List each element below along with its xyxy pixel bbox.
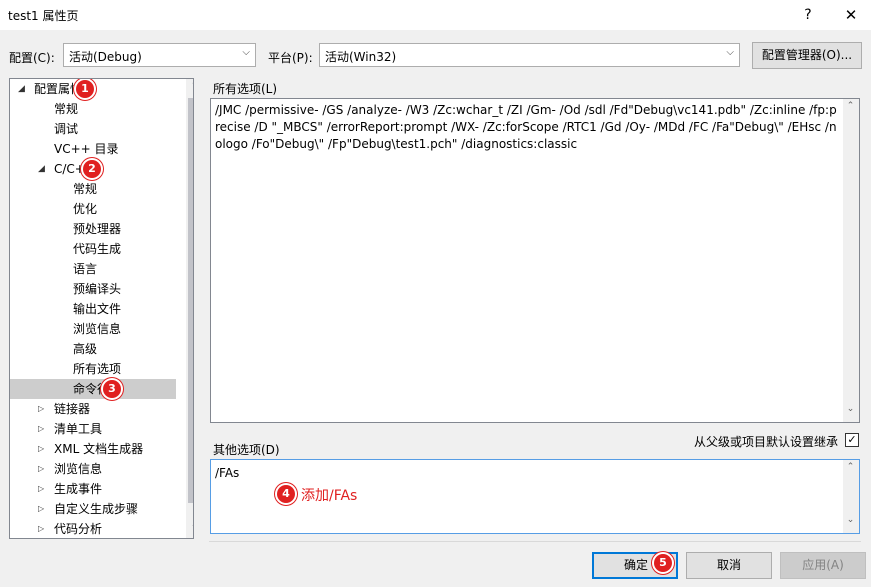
platform-label: 平台(P): (268, 51, 313, 65)
scroll-down-icon[interactable]: ⌄ (843, 404, 858, 414)
tree-item-label: 代码生成 (73, 242, 122, 256)
collapsed-triangle-icon[interactable]: ▷ (38, 399, 44, 419)
tree-item-label: 链接器 (54, 402, 91, 416)
expanded-triangle-icon[interactable]: ◢ (38, 159, 45, 179)
tree-item[interactable]: 命令行 3 (10, 379, 176, 399)
close-button[interactable]: ✕ (838, 3, 864, 27)
collapsed-triangle-icon[interactable]: ▷ (38, 459, 44, 479)
tree-scroll-thumb[interactable] (188, 98, 193, 503)
tree-item-label: 输出文件 (73, 302, 122, 316)
tree-item[interactable]: 语言 (10, 259, 176, 279)
platform-combo[interactable]: 活动(Win32) ⌵ (319, 43, 740, 67)
tree-item[interactable]: 预处理器 (10, 219, 176, 239)
scroll-up-icon[interactable]: ⌃ (187, 81, 193, 91)
tree-item[interactable]: VC++ 目录 (10, 139, 176, 159)
tree-item-label: 高级 (73, 342, 98, 356)
chevron-down-icon: ⌵ (726, 47, 734, 58)
tree-item-label: 预处理器 (73, 222, 122, 236)
scroll-up-icon[interactable]: ⌃ (843, 101, 858, 111)
tree-item-label: 代码分析 (54, 522, 103, 536)
tree-item-label: 常规 (54, 102, 79, 116)
title-bar: test1 属性页 ? ✕ (0, 0, 871, 30)
collapsed-triangle-icon[interactable]: ▷ (38, 499, 44, 519)
tree-item[interactable]: 常规 (10, 179, 176, 199)
tree-item[interactable]: 所有选项 (10, 359, 176, 379)
tree-item-label: 清单工具 (54, 422, 103, 436)
ok-label: 确定 (624, 558, 649, 572)
config-value: 活动(Debug) (69, 50, 142, 64)
all-options-box[interactable]: /JMC /permissive- /GS /analyze- /W3 /Zc:… (210, 98, 860, 423)
scroll-down-icon[interactable]: ⌄ (187, 520, 193, 530)
tree-item-label: 优化 (73, 202, 98, 216)
tree-item[interactable]: ▷ 自定义生成步骤 (10, 499, 176, 519)
tree-item-label: XML 文档生成器 (54, 442, 144, 456)
annotation-badge: 4 (277, 485, 295, 503)
tree-item-label: 常规 (73, 182, 98, 196)
tree-item[interactable]: ▷ 代码分析 (10, 519, 176, 538)
tree-item[interactable]: ◢ C/C++ 2 (10, 159, 176, 179)
config-label: 配置(C): (9, 51, 55, 65)
tree-item[interactable]: 输出文件 (10, 299, 176, 319)
other-options-scrollbar[interactable]: ⌃ ⌄ (843, 460, 859, 533)
tree-item[interactable]: ▷ 浏览信息 (10, 459, 176, 479)
annotation-badge: 1 (76, 80, 94, 98)
tree-item-label: 生成事件 (54, 482, 103, 496)
tree-item[interactable]: ▷ 链接器 (10, 399, 176, 419)
tree-item-label: 配置属性 (34, 82, 83, 96)
window-title: test1 属性页 (8, 9, 79, 23)
tree-item-label: 预编译头 (73, 282, 122, 296)
all-options-label: 所有选项(L) (213, 82, 278, 96)
scroll-up-icon[interactable]: ⌃ (843, 462, 858, 472)
config-manager-button[interactable]: 配置管理器(O)... (752, 42, 862, 69)
other-options-label: 其他选项(D) (213, 443, 280, 457)
chevron-down-icon: ⌵ (242, 47, 250, 58)
tree-item[interactable]: 常规 (10, 99, 176, 119)
tree-item-label: 所有选项 (73, 362, 122, 376)
platform-value: 活动(Win32) (325, 50, 397, 64)
help-button[interactable]: ? (796, 3, 820, 27)
tree-item[interactable]: 预编译头 (10, 279, 176, 299)
tree-item[interactable]: 优化 (10, 199, 176, 219)
tree-item-label: 浏览信息 (73, 322, 122, 336)
tree-item[interactable]: 高级 (10, 339, 176, 359)
tree-item[interactable]: ◢ 配置属性 1 (10, 79, 176, 99)
collapsed-triangle-icon[interactable]: ▷ (38, 479, 44, 499)
divider (209, 541, 861, 542)
tree-item[interactable]: 调试 (10, 119, 176, 139)
tree-item-label: VC++ 目录 (54, 142, 119, 156)
annotation-text: 添加/FAs (301, 488, 358, 504)
all-options-scrollbar[interactable]: ⌃ ⌄ (843, 99, 859, 422)
scroll-down-icon[interactable]: ⌄ (843, 515, 858, 525)
cancel-button[interactable]: 取消 (686, 552, 772, 579)
annotation-badge: 2 (83, 160, 101, 178)
collapsed-triangle-icon[interactable]: ▷ (38, 439, 44, 459)
apply-button[interactable]: 应用(A) (780, 552, 866, 579)
tree-scrollbar[interactable]: ⌃ ⌄ (186, 79, 193, 538)
collapsed-triangle-icon[interactable]: ▷ (38, 519, 44, 538)
tree-item[interactable]: 浏览信息 (10, 319, 176, 339)
inherit-checkbox[interactable]: ✓ (845, 433, 859, 447)
inherit-label: 从父级或项目默认设置继承 (694, 435, 839, 449)
ok-badge: 5 (654, 554, 672, 572)
tree-item[interactable]: ▷ XML 文档生成器 (10, 439, 176, 459)
tree-item-label: 自定义生成步骤 (54, 502, 139, 516)
other-options-value: /FAs (215, 466, 240, 480)
tree-item[interactable]: 代码生成 (10, 239, 176, 259)
tree-item[interactable]: ▷ 生成事件 (10, 479, 176, 499)
tree-item-label: 调试 (54, 122, 79, 136)
tree-item-label: 浏览信息 (54, 462, 103, 476)
tree-item[interactable]: ▷ 清单工具 (10, 419, 176, 439)
annotation-badge: 3 (103, 380, 121, 398)
collapsed-triangle-icon[interactable]: ▷ (38, 419, 44, 439)
property-tree: ◢ 配置属性 1 常规 调试 VC++ 目录 ◢ C/C++ 2 常规 优化 预处理器 代码生成 语言 预编… (9, 78, 194, 539)
config-combo[interactable]: 活动(Debug) ⌵ (63, 43, 256, 67)
tree-item-label: 语言 (73, 262, 98, 276)
all-options-text: /JMC /permissive- /GS /analyze- /W3 /Zc:… (215, 103, 837, 151)
expanded-triangle-icon[interactable]: ◢ (18, 79, 25, 99)
